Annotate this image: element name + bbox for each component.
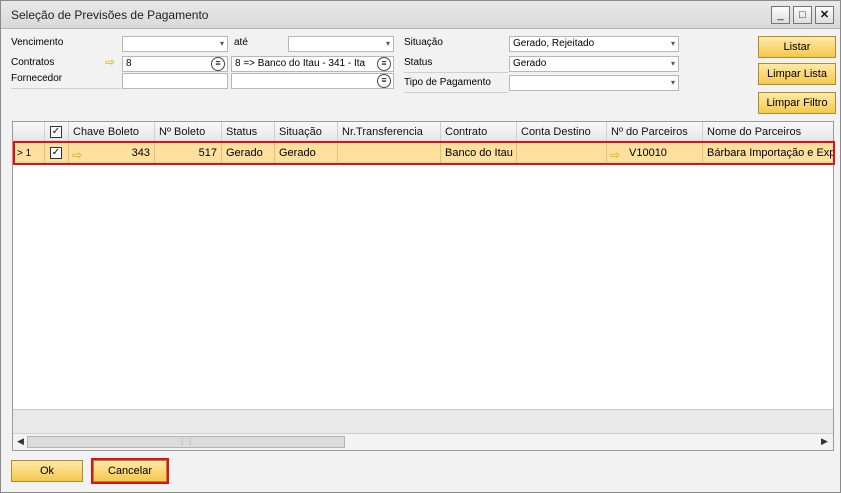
scrollbar-thumb[interactable]: ⋮⋮ <box>27 436 345 448</box>
status-underline <box>404 72 508 73</box>
col-n-boleto[interactable]: Nº Boleto <box>155 122 222 142</box>
contratos-label: Contratos <box>11 57 55 68</box>
col-n-parceiros[interactable]: Nº do Parceiros <box>607 122 703 142</box>
fornecedor-underline <box>11 88 121 89</box>
cancel-highlight-outline <box>91 458 169 484</box>
col-status[interactable]: Status <box>222 122 275 142</box>
limpar-filtro-button[interactable]: Limpar Filtro <box>758 92 836 114</box>
tipo-pagamento-select[interactable]: ▾ <box>509 75 679 91</box>
fornecedor-input[interactable] <box>122 73 228 89</box>
maximize-button[interactable]: □ <box>793 6 812 24</box>
col-nome-parceiros[interactable]: Nome do Parceiros <box>703 122 833 142</box>
grid-header: ✓ Chave Boleto Nº Boleto Status Situação… <box>13 122 833 142</box>
scroll-right-icon[interactable]: ▶ <box>821 436 828 447</box>
status-value: Gerado <box>513 58 547 69</box>
chevron-down-icon: ▾ <box>219 39 224 48</box>
ok-button[interactable]: Ok <box>11 460 83 482</box>
tipo-pagamento-label: Tipo de Pagamento <box>404 77 491 88</box>
select-all-header: ✓ <box>45 122 69 142</box>
title-bar: Seleção de Previsões de Pagamento _ □ ✕ <box>1 1 840 29</box>
chevron-down-icon: ▾ <box>385 39 390 48</box>
horizontal-scrollbar[interactable]: ◀ ⋮⋮ ▶ <box>13 433 833 450</box>
scroll-left-icon[interactable]: ◀ <box>17 436 24 447</box>
vencimento-from-input[interactable]: ▾ <box>122 36 228 52</box>
fornecedor-desc-input[interactable] <box>231 73 394 89</box>
window-title: Seleção de Previsões de Pagamento <box>11 8 209 22</box>
vencimento-label: Vencimento <box>11 37 64 48</box>
list-picker-icon[interactable]: ≡ <box>377 74 391 88</box>
list-picker-icon[interactable]: ≡ <box>211 57 225 71</box>
col-contrato[interactable]: Contrato <box>441 122 517 142</box>
limpar-lista-button[interactable]: Limpar Lista <box>758 63 836 85</box>
status-select[interactable]: Gerado ▾ <box>509 56 679 72</box>
minimize-button[interactable]: _ <box>771 6 790 24</box>
situacao-select[interactable]: Gerado, Rejeitado ▾ <box>509 36 679 52</box>
status-label: Status <box>404 57 433 68</box>
tipo-pagamento-underline <box>404 92 508 93</box>
select-all-checkbox[interactable]: ✓ <box>50 126 62 138</box>
grid-footer <box>13 409 833 433</box>
situacao-value: Gerado, Rejeitado <box>513 38 595 49</box>
col-nr-transferencia[interactable]: Nr.Transferencia <box>338 122 441 142</box>
chevron-down-icon: ▾ <box>670 39 675 48</box>
list-picker-icon[interactable]: ≡ <box>377 57 391 71</box>
vencimento-to-input[interactable]: ▾ <box>288 36 394 52</box>
chevron-down-icon: ▾ <box>670 59 675 68</box>
dialog-window: Seleção de Previsões de Pagamento _ □ ✕ … <box>0 0 841 493</box>
col-chave-boleto[interactable]: Chave Boleto <box>69 122 155 142</box>
listar-button[interactable]: Listar <box>758 36 836 58</box>
results-grid: ✓ Chave Boleto Nº Boleto Status Situação… <box>12 121 834 451</box>
row-highlight-outline <box>13 141 835 165</box>
col-situacao[interactable]: Situação <box>275 122 338 142</box>
chevron-down-icon: ▾ <box>670 78 675 87</box>
link-arrow-icon[interactable]: ⇨ <box>105 55 115 69</box>
close-button[interactable]: ✕ <box>815 6 834 24</box>
ate-label: até <box>234 37 248 48</box>
col-conta-destino[interactable]: Conta Destino <box>517 122 607 142</box>
contratos-desc-value: 8 => Banco do Itau - 341 - Ita <box>235 58 366 69</box>
row-number-header <box>13 122 45 142</box>
contratos-desc-input[interactable]: 8 => Banco do Itau - 341 - Ita <box>231 56 394 72</box>
contratos-value: 8 <box>126 58 132 69</box>
situacao-label: Situação <box>404 37 443 48</box>
fornecedor-label: Fornecedor <box>11 73 63 84</box>
